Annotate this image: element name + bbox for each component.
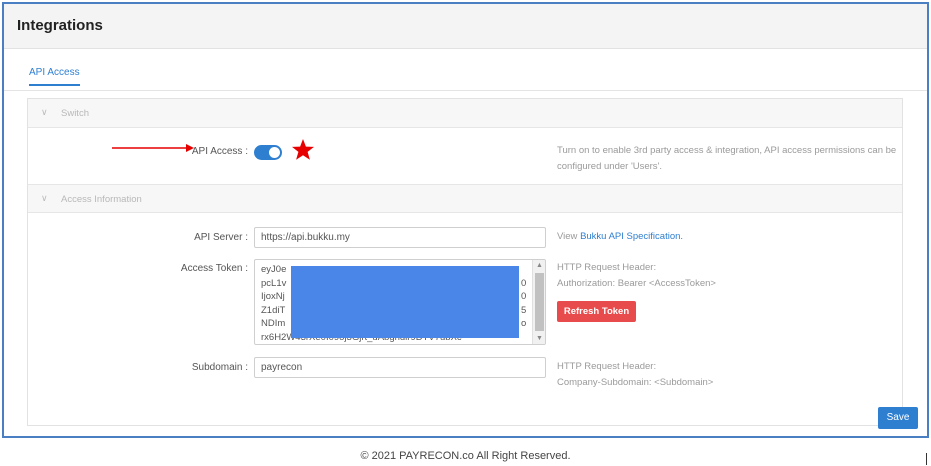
section-header-access-information[interactable]: ∨ Access Information — [28, 184, 902, 213]
chevron-down-icon: ∨ — [41, 193, 48, 203]
token-tail — [521, 263, 526, 277]
title-bar: Integrations — [4, 4, 927, 49]
api-access-help-line1: Turn on to enable 3rd party access & int… — [557, 145, 897, 156]
page-title: Integrations — [17, 17, 103, 34]
access-token-help-line2: Authorization: Bearer <AccessToken> — [557, 278, 716, 289]
token-scrollbar[interactable]: ▲ ▼ — [532, 260, 545, 344]
settings-panel: ∨ Switch API Access : Turn on to enable … — [27, 98, 903, 426]
section-title-switch: Switch — [61, 108, 89, 119]
access-token-help-line1: HTTP Request Header: — [557, 262, 657, 273]
text-cursor — [926, 453, 927, 465]
toggle-knob — [269, 147, 280, 158]
api-access-toggle[interactable] — [254, 145, 282, 160]
section-title-access-information: Access Information — [61, 194, 142, 205]
access-token-help: HTTP Request Header: Authorization: Bear… — [557, 260, 716, 292]
token-tail: 5 — [521, 304, 527, 316]
refresh-token-button[interactable]: Refresh Token — [557, 301, 636, 322]
api-server-help-prefix: View — [557, 231, 581, 242]
scroll-down-icon[interactable]: ▼ — [536, 335, 543, 342]
section-header-switch[interactable]: ∨ Switch — [28, 99, 902, 128]
access-token-textarea[interactable]: eyJ0e pcL1v IjoxNj Z1diT NDIm rx6H2W43rX… — [254, 259, 546, 345]
token-tail: o — [521, 318, 527, 329]
app-window: Integrations API Access ∨ Switch API Acc… — [2, 2, 929, 438]
footer-copyright: © 2021 PAYRECON.co All Right Reserved. — [360, 450, 571, 462]
subdomain-help: HTTP Request Header: Company-Subdomain: … — [557, 359, 713, 391]
token-tail: 0 — [521, 277, 527, 289]
subdomain-label: Subdomain : — [191, 362, 248, 373]
api-access-help: Turn on to enable 3rd party access & int… — [557, 143, 897, 175]
token-line-tails: 0 0 5 o — [521, 263, 526, 331]
api-access-help-line2: configured under 'Users'. — [557, 161, 663, 172]
api-spec-link[interactable]: Bukku API Specification. — [580, 231, 683, 242]
redaction-box — [291, 266, 519, 338]
subdomain-field[interactable]: payrecon — [254, 357, 546, 378]
api-server-field[interactable]: https://api.bukku.my — [254, 227, 546, 248]
tab-bar: API Access — [4, 49, 927, 91]
api-access-label: API Access : — [191, 146, 248, 157]
subdomain-help-line1: HTTP Request Header: — [557, 361, 657, 372]
scroll-thumb[interactable] — [535, 273, 544, 331]
token-tail: 0 — [521, 291, 527, 302]
scroll-up-icon[interactable]: ▲ — [536, 262, 543, 269]
chevron-down-icon: ∨ — [41, 107, 48, 117]
api-server-label: API Server : — [194, 232, 248, 243]
api-server-help: View Bukku API Specification. — [557, 229, 683, 245]
star-icon — [292, 139, 314, 160]
save-button[interactable]: Save — [878, 407, 918, 429]
access-token-label: Access Token : — [180, 263, 248, 274]
tab-api-access[interactable]: API Access — [29, 67, 80, 86]
subdomain-help-line2: Company-Subdomain: <Subdomain> — [557, 377, 714, 388]
